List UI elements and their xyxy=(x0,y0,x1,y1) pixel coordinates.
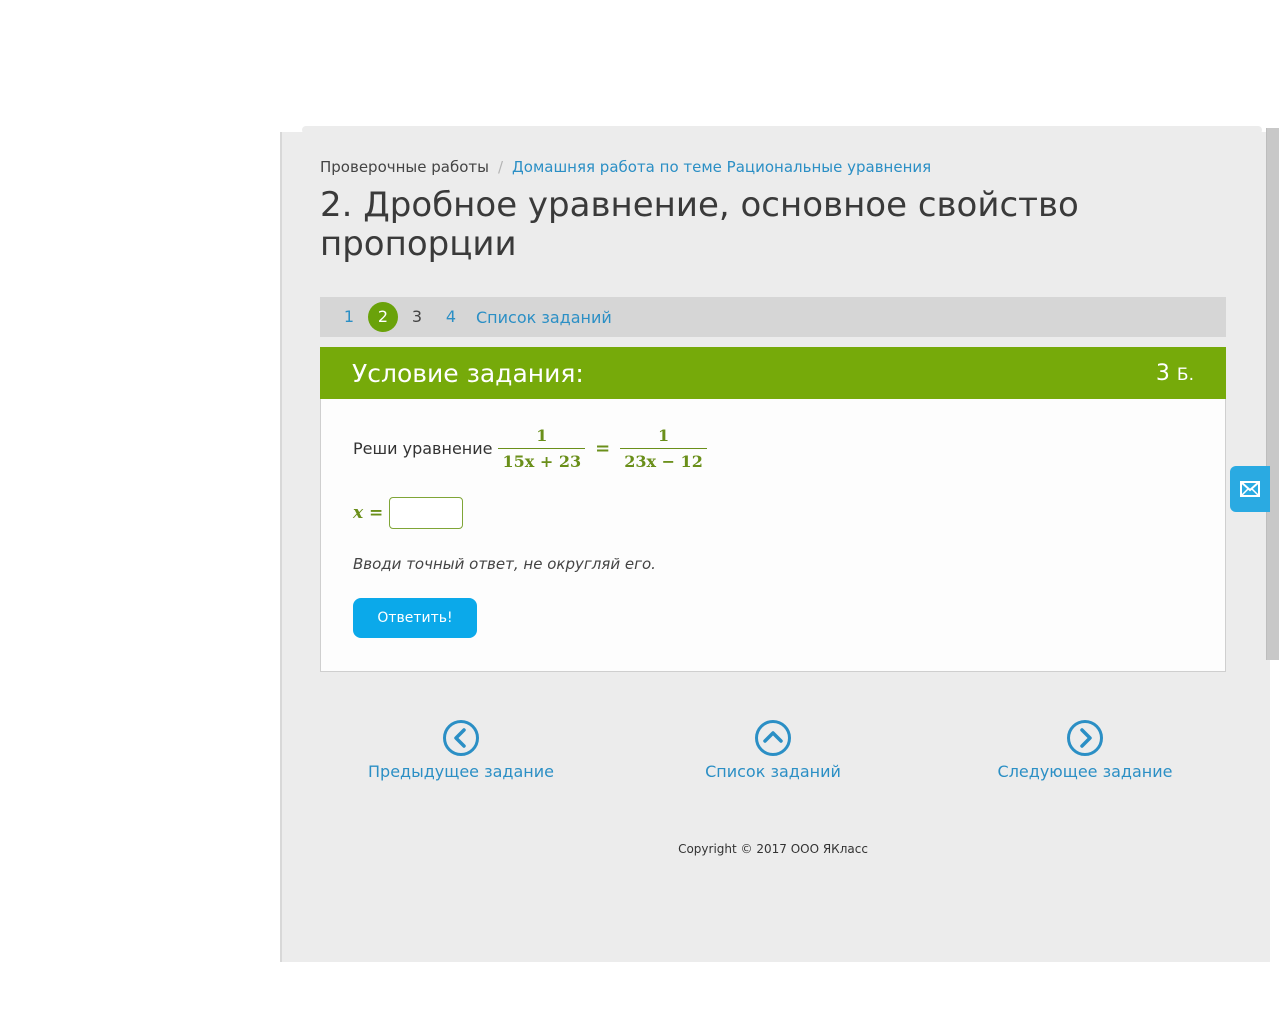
breadcrumb-separator: / xyxy=(497,158,504,176)
prev-task-label: Предыдущее задание xyxy=(368,762,554,781)
equation-line: Реши уравнение 1 15x + 23 = 1 23x − 12 xyxy=(353,426,713,471)
envelope-icon xyxy=(1240,481,1260,497)
submit-answer-button[interactable]: Ответить! xyxy=(353,598,477,638)
breadcrumb: Проверочные работы / Домашняя работа по те… xyxy=(320,158,931,176)
next-task-link[interactable]: Следующее задание xyxy=(965,720,1205,781)
pager-page-2-current[interactable]: 2 xyxy=(368,302,398,332)
right-numerator: 1 xyxy=(657,426,670,445)
answer-input[interactable] xyxy=(389,497,464,529)
left-denominator: 15x + 23 xyxy=(498,448,586,471)
task-header: Условие задания: 3 Б. xyxy=(320,347,1226,399)
breadcrumb-root[interactable]: Проверочные работы xyxy=(320,158,489,176)
next-task-label: Следующее задание xyxy=(997,762,1173,781)
task-points: 3 Б. xyxy=(1156,361,1194,386)
task-prompt: Реши уравнение xyxy=(353,439,493,458)
task-points-unit: Б. xyxy=(1176,364,1194,385)
copyright: Copyright © 2017 ООО ЯКласс xyxy=(678,842,868,856)
answer-line: x = xyxy=(353,497,464,529)
task-list-label: Список заданий xyxy=(705,762,841,781)
task-points-value: 3 xyxy=(1155,360,1170,386)
chevron-left-circle-icon xyxy=(443,720,479,756)
pager-page-3[interactable]: 3 xyxy=(402,302,432,332)
answer-label: x = xyxy=(353,503,384,523)
feedback-tab[interactable] xyxy=(1230,466,1270,512)
breadcrumb-current-link[interactable]: Домашняя работа по теме Рациональные ура… xyxy=(512,158,931,176)
pager-page-4[interactable]: 4 xyxy=(436,302,466,332)
left-fraction: 1 15x + 23 xyxy=(498,426,586,471)
task-pager: 1 2 3 4 Список заданий xyxy=(320,297,1226,337)
right-fraction: 1 23x − 12 xyxy=(620,426,707,471)
prev-task-link[interactable]: Предыдущее задание xyxy=(341,720,581,781)
answer-hint: Вводи точный ответ, не округляй его. xyxy=(353,555,656,573)
pager-task-list-link[interactable]: Список заданий xyxy=(476,308,612,327)
chevron-right-circle-icon xyxy=(1067,720,1103,756)
right-denominator: 23x − 12 xyxy=(620,448,707,471)
equals-sign: = xyxy=(595,438,611,459)
task-list-link[interactable]: Список заданий xyxy=(653,720,893,781)
left-numerator: 1 xyxy=(536,426,548,445)
task-header-title: Условие задания: xyxy=(352,358,584,388)
page-title: 2. Дробное уравнение, основное свойство … xyxy=(320,185,1079,264)
task-panel: Условие задания: 3 Б. Реши уравнение 1 1… xyxy=(320,347,1226,672)
pager-page-1[interactable]: 1 xyxy=(334,302,364,332)
scrollbar[interactable] xyxy=(1266,128,1279,660)
chevron-up-circle-icon xyxy=(755,720,791,756)
